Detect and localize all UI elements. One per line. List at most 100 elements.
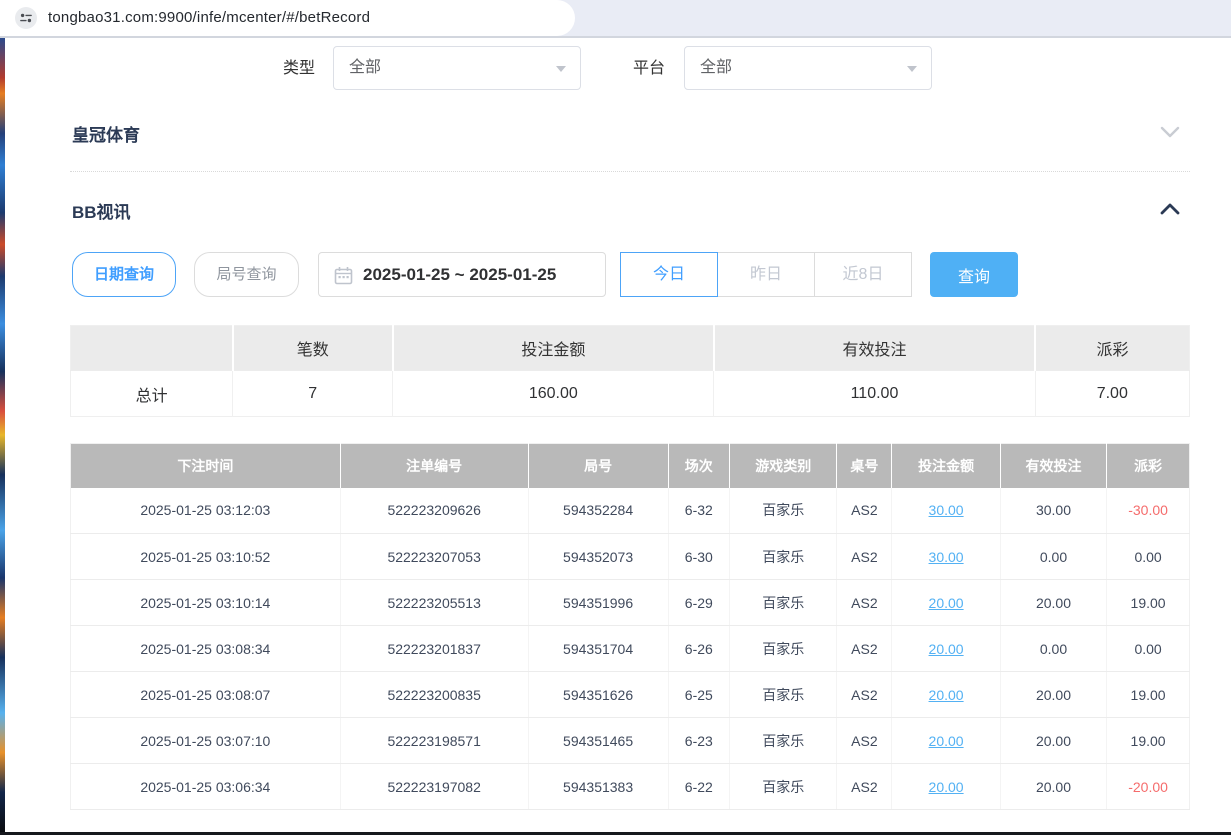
round-no-cell: 594351626 (528, 672, 668, 718)
col-header-round-no: 局号 (528, 444, 668, 488)
calendar-icon (334, 266, 353, 290)
bet-time-cell: 2025-01-25 03:08:34 (71, 626, 341, 672)
summary-header-payout: 派彩 (1035, 326, 1189, 371)
address-url[interactable]: tongbao31.com:9900/infe/mcenter/#/betRec… (48, 0, 370, 36)
summary-total-row: 总计 7 160.00 110.00 7.00 (71, 371, 1190, 417)
bet-amount-link[interactable]: 20.00 (892, 718, 1001, 764)
today-button[interactable]: 今日 (620, 252, 718, 297)
payout-cell: -30.00 (1107, 488, 1190, 534)
col-header-payout: 派彩 (1107, 444, 1190, 488)
section-divider (70, 171, 1190, 172)
table-no-cell: AS2 (837, 626, 892, 672)
type-select-value: 全部 (349, 47, 381, 89)
round-no-cell: 594351996 (528, 580, 668, 626)
game-type-cell: 百家乐 (730, 718, 837, 764)
bet-time-cell: 2025-01-25 03:06:34 (71, 764, 341, 810)
valid-bet-cell: 20.00 (1000, 718, 1106, 764)
bet-amount-link[interactable]: 20.00 (892, 764, 1001, 810)
search-button[interactable]: 查询 (930, 252, 1018, 297)
summary-bet-amount-value: 160.00 (393, 371, 714, 417)
summary-table: 笔数 投注金额 有效投注 派彩 总计 7 160.00 110.00 7.00 (70, 325, 1190, 417)
col-header-valid-bet: 有效投注 (1000, 444, 1106, 488)
section-title-crown-sports: 皇冠体育 (72, 121, 140, 146)
session-cell: 6-22 (668, 764, 730, 810)
table-no-cell: AS2 (837, 534, 892, 580)
type-select[interactable]: 全部 (333, 46, 581, 90)
table-no-cell: AS2 (837, 764, 892, 810)
round-no-cell: 594352073 (528, 534, 668, 580)
bet-amount-link[interactable]: 20.00 (892, 580, 1001, 626)
game-type-cell: 百家乐 (730, 580, 837, 626)
summary-header-blank (71, 326, 233, 371)
col-header-bet-no: 注单编号 (340, 444, 528, 488)
valid-bet-cell: 30.00 (1000, 488, 1106, 534)
round-no-cell: 594351465 (528, 718, 668, 764)
date-query-button[interactable]: 日期查询 (72, 252, 176, 297)
valid-bet-cell: 0.00 (1000, 626, 1106, 672)
bet-no-cell: 522223197082 (340, 764, 528, 810)
bet-no-cell: 522223198571 (340, 718, 528, 764)
platform-filter-label: 平台 (633, 47, 665, 91)
site-settings-button[interactable] (15, 7, 37, 29)
col-header-game-type: 游戏类别 (730, 444, 837, 488)
session-cell: 6-25 (668, 672, 730, 718)
round-query-button[interactable]: 局号查询 (194, 252, 299, 297)
payout-cell: 19.00 (1107, 580, 1190, 626)
game-type-cell: 百家乐 (730, 626, 837, 672)
summary-count-value: 7 (233, 371, 393, 417)
round-no-cell: 594351383 (528, 764, 668, 810)
table-no-cell: AS2 (837, 672, 892, 718)
bet-table-body: 2025-01-25 03:12:03522223209626594352284… (71, 488, 1190, 810)
date-range-picker[interactable]: 2025-01-25 ~ 2025-01-25 (318, 252, 606, 297)
yesterday-button[interactable]: 昨日 (717, 252, 815, 297)
bet-amount-link[interactable]: 20.00 (892, 672, 1001, 718)
valid-bet-cell: 20.00 (1000, 764, 1106, 810)
type-filter-label: 类型 (283, 47, 315, 91)
table-row: 2025-01-25 03:12:03522223209626594352284… (71, 488, 1190, 534)
bet-amount-link[interactable]: 30.00 (892, 488, 1001, 534)
summary-header-count: 笔数 (233, 326, 393, 371)
summary-valid-bet-value: 110.00 (714, 371, 1035, 417)
summary-header-valid-bet: 有效投注 (714, 326, 1035, 371)
valid-bet-cell: 0.00 (1000, 534, 1106, 580)
section-title-bb-video: BB视讯 (72, 198, 131, 223)
table-no-cell: AS2 (837, 718, 892, 764)
chevron-up-icon[interactable] (1159, 202, 1181, 216)
session-cell: 6-32 (668, 488, 730, 534)
valid-bet-cell: 20.00 (1000, 672, 1106, 718)
round-no-cell: 594352284 (528, 488, 668, 534)
caret-down-icon (556, 66, 566, 72)
table-row: 2025-01-25 03:10:52522223207053594352073… (71, 534, 1190, 580)
session-cell: 6-30 (668, 534, 730, 580)
summary-header-row: 笔数 投注金额 有效投注 派彩 (71, 326, 1190, 371)
valid-bet-cell: 20.00 (1000, 580, 1106, 626)
bet-time-cell: 2025-01-25 03:10:52 (71, 534, 341, 580)
bet-no-cell: 522223205513 (340, 580, 528, 626)
summary-header-bet-amount: 投注金额 (393, 326, 714, 371)
game-type-cell: 百家乐 (730, 488, 837, 534)
bet-amount-link[interactable]: 30.00 (892, 534, 1001, 580)
game-type-cell: 百家乐 (730, 672, 837, 718)
table-row: 2025-01-25 03:10:14522223205513594351996… (71, 580, 1190, 626)
session-cell: 6-23 (668, 718, 730, 764)
platform-select-value: 全部 (700, 47, 732, 89)
bet-time-cell: 2025-01-25 03:12:03 (71, 488, 341, 534)
platform-select[interactable]: 全部 (684, 46, 932, 90)
table-row: 2025-01-25 03:07:10522223198571594351465… (71, 718, 1190, 764)
last-8-days-button[interactable]: 近8日 (814, 252, 912, 297)
bet-amount-link[interactable]: 20.00 (892, 626, 1001, 672)
background-window-edge (0, 38, 5, 832)
table-row: 2025-01-25 03:08:34522223201837594351704… (71, 626, 1190, 672)
payout-cell: 19.00 (1107, 718, 1190, 764)
tune-icon (19, 11, 33, 25)
round-no-cell: 594351704 (528, 626, 668, 672)
table-row: 2025-01-25 03:08:07522223200835594351626… (71, 672, 1190, 718)
col-header-bet-amount: 投注金额 (892, 444, 1001, 488)
game-type-cell: 百家乐 (730, 534, 837, 580)
payout-cell: 0.00 (1107, 534, 1190, 580)
bet-no-cell: 522223200835 (340, 672, 528, 718)
summary-total-label: 总计 (71, 371, 233, 417)
chevron-down-icon[interactable] (1159, 125, 1181, 139)
bet-time-cell: 2025-01-25 03:08:07 (71, 672, 341, 718)
payout-cell: -20.00 (1107, 764, 1190, 810)
